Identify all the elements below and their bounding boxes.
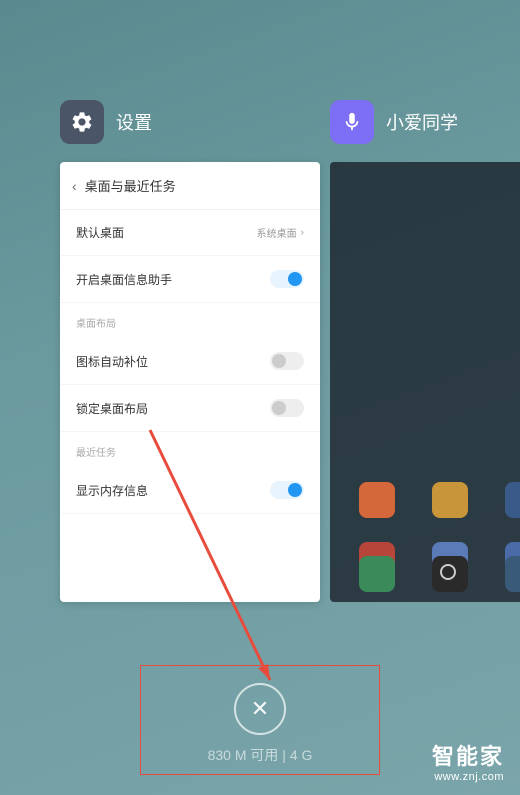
gear-icon [70,110,94,134]
home-app-icon [432,482,468,518]
settings-card-content[interactable]: ‹ 桌面与最近任务 默认桌面 系统桌面 › 开启桌面信息助手 桌面布局 图标自动… [60,162,320,602]
clear-all-button[interactable]: ✕ [234,683,286,735]
row-show-memory[interactable]: 显示内存信息 [60,467,320,514]
info-assistant-label: 开启桌面信息助手 [76,271,172,288]
row-info-assistant[interactable]: 开启桌面信息助手 [60,256,320,303]
xiaoai-app-header: 小爱同学 [330,100,520,144]
watermark: 智能家 www.znj.com [432,739,504,783]
settings-app-title: 设置 [116,109,152,135]
auto-fill-toggle[interactable] [270,352,304,370]
lock-layout-toggle[interactable] [270,399,304,417]
xiaoai-app-title: 小爱同学 [386,109,458,135]
info-assistant-toggle[interactable] [270,270,304,288]
section-layout-header: 桌面布局 [60,303,320,338]
camera-dock-icon [432,556,468,592]
lock-layout-label: 锁定桌面布局 [76,400,148,417]
phone-dock-icon [359,556,395,592]
dock-bar [330,556,520,592]
settings-page-header[interactable]: ‹ 桌面与最近任务 [60,162,320,210]
home-app-icon [505,482,520,518]
settings-app-header: 设置 [60,100,320,144]
settings-app-icon [60,100,104,144]
row-default-launcher[interactable]: 默认桌面 系统桌面 › [60,210,320,256]
back-arrow-icon[interactable]: ‹ [72,178,77,194]
row-lock-layout[interactable]: 锁定桌面布局 [60,385,320,432]
default-launcher-label: 默认桌面 [76,224,124,241]
auto-fill-label: 图标自动补位 [76,353,148,370]
row-auto-fill[interactable]: 图标自动补位 [60,338,320,385]
home-app-icon [359,482,395,518]
xiaoai-card-content[interactable] [330,162,520,602]
xiaoai-app-icon [330,100,374,144]
watermark-title: 智能家 [432,739,504,771]
xiaoai-recent-card[interactable]: 小爱同学 [330,100,520,602]
dock-icon [505,556,520,592]
watermark-url: www.znj.com [432,771,504,783]
settings-page-title: 桌面与最近任务 [85,176,176,195]
settings-recent-card[interactable]: 设置 ‹ 桌面与最近任务 默认桌面 系统桌面 › 开启桌面信息助手 桌面布局 图… [60,100,320,602]
close-icon: ✕ [251,696,269,722]
show-memory-toggle[interactable] [270,481,304,499]
show-memory-label: 显示内存信息 [76,482,148,499]
memory-info-text: 830 M 可用 | 4 G [208,745,313,765]
home-icon-row-1 [330,482,520,518]
default-launcher-value: 系统桌面 › [257,225,304,240]
section-recents-header: 最近任务 [60,432,320,467]
chevron-right-icon: › [301,227,304,238]
microphone-icon [341,111,363,133]
